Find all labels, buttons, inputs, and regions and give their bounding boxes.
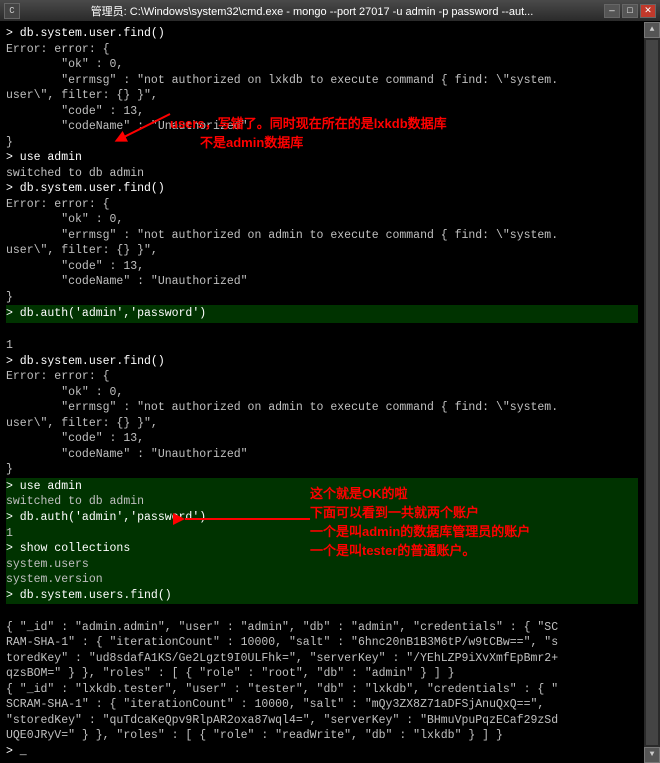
scrollbar-thumb[interactable] <box>646 40 658 745</box>
terminal-content: > db.system.user.find() Error: error: { … <box>6 26 638 759</box>
scrollbar-down-button[interactable]: ▼ <box>644 747 660 763</box>
titlebar-title: 管理员: C:\Windows\system32\cmd.exe - mongo… <box>20 3 604 19</box>
maximize-button[interactable]: □ <box>622 4 638 18</box>
minimize-button[interactable]: — <box>604 4 620 18</box>
close-button[interactable]: ✕ <box>640 4 656 18</box>
terminal[interactable]: > db.system.user.find() Error: error: { … <box>0 22 660 763</box>
titlebar-buttons: — □ ✕ <box>604 4 656 18</box>
app-icon-label: C <box>9 6 14 16</box>
app-icon: C <box>4 3 20 19</box>
terminal-text: > db.system.user.find() Error: error: { … <box>6 26 638 759</box>
window: C 管理员: C:\Windows\system32\cmd.exe - mon… <box>0 0 660 763</box>
scrollbar[interactable]: ▲ ▼ <box>644 22 660 763</box>
titlebar: C 管理员: C:\Windows\system32\cmd.exe - mon… <box>0 0 660 22</box>
scrollbar-up-button[interactable]: ▲ <box>644 22 660 38</box>
